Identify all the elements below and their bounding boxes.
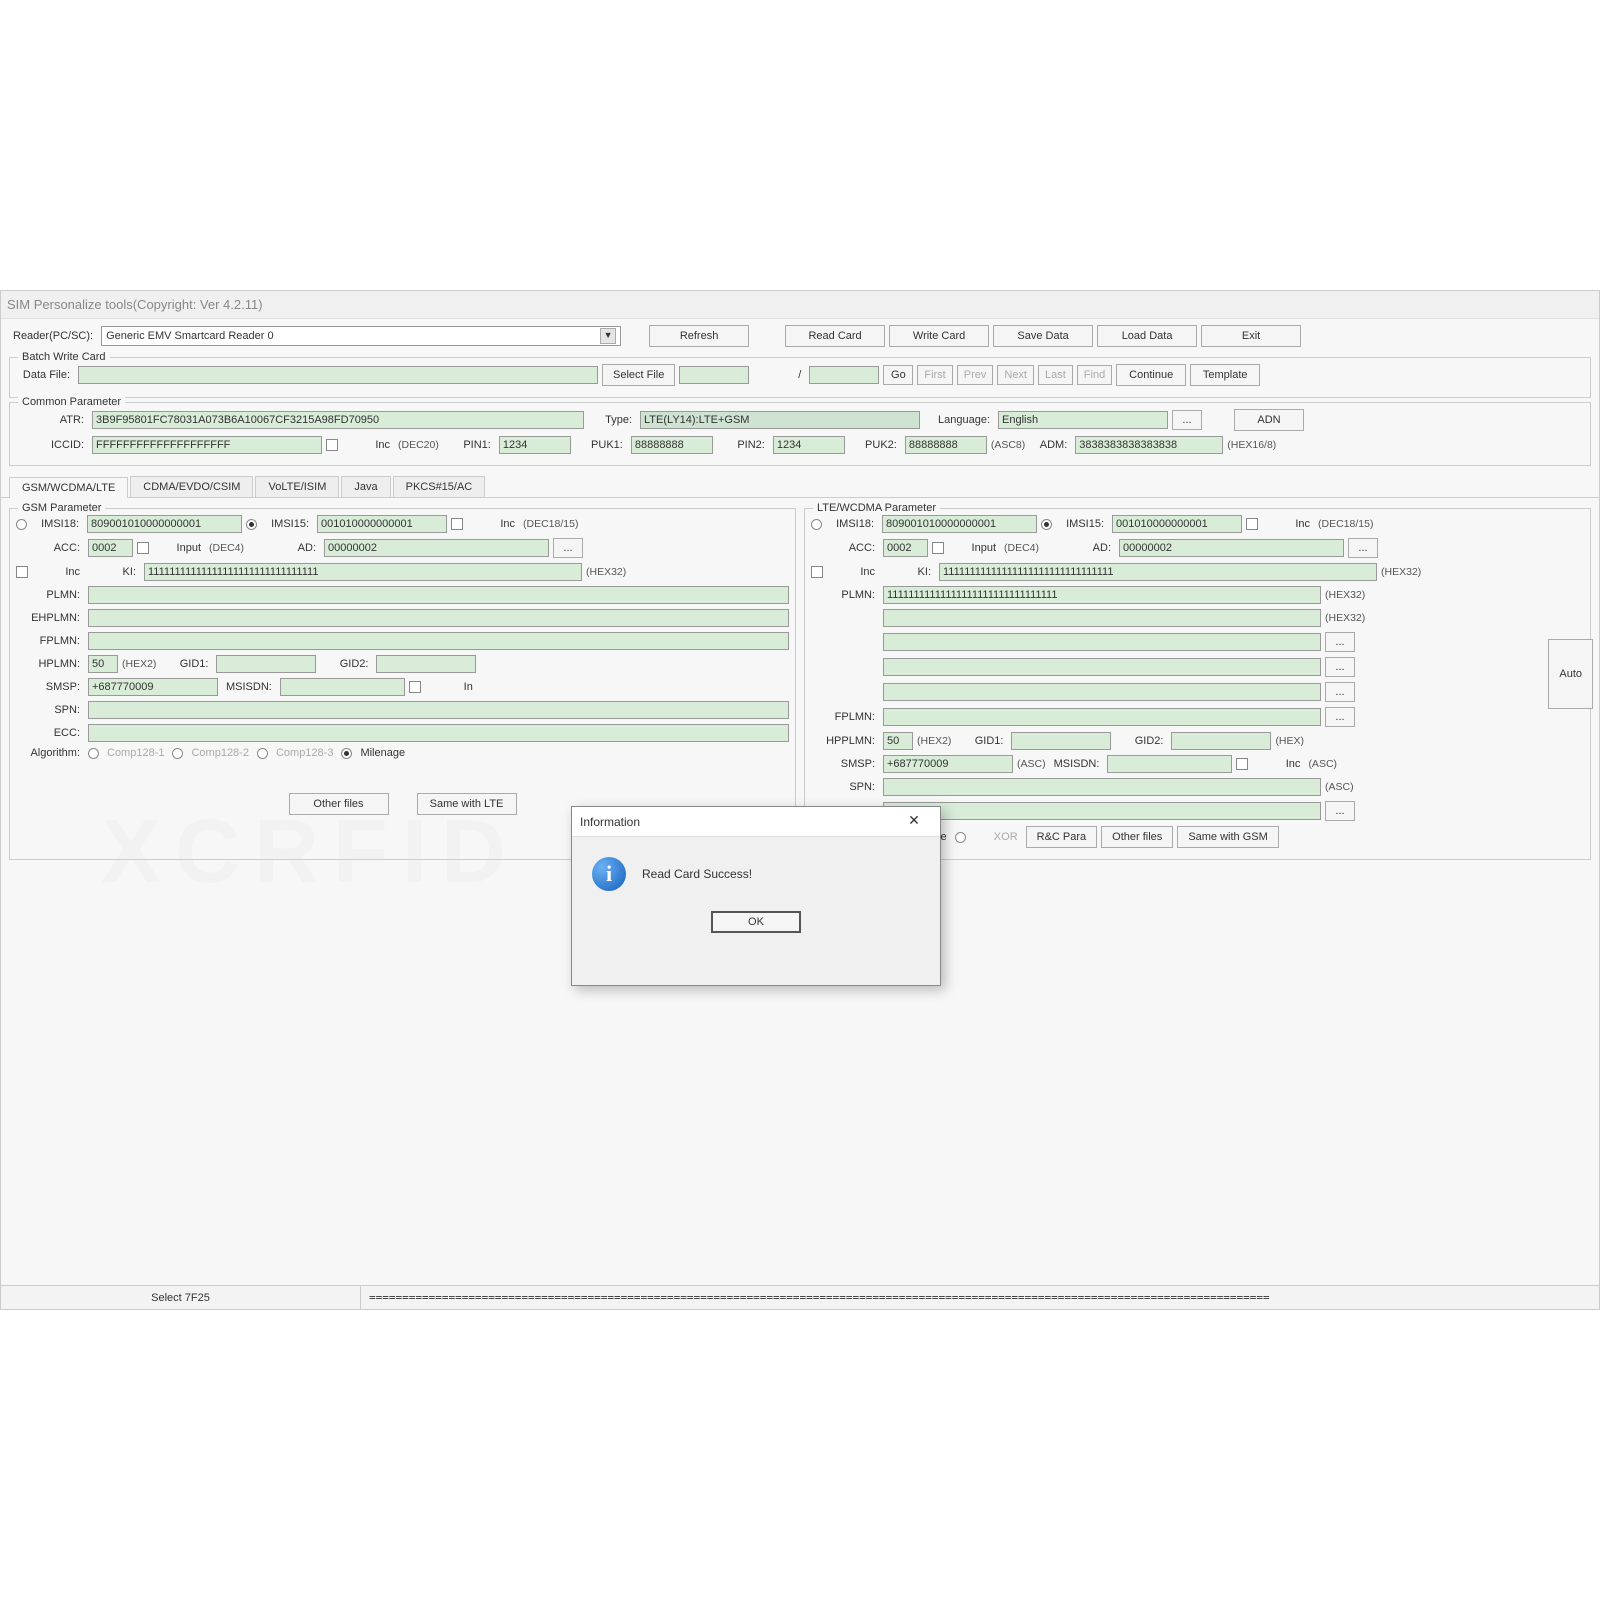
dialog-title-text: Information: [580, 807, 640, 836]
dialog-title-bar: Information ✕: [572, 807, 940, 837]
dialog-overlay: Information ✕ i Read Card Success! OK: [1, 291, 1599, 1309]
dialog-ok-button[interactable]: OK: [711, 911, 801, 933]
information-dialog: Information ✕ i Read Card Success! OK: [571, 806, 941, 986]
dialog-message: Read Card Success!: [642, 867, 752, 881]
app-window: SIM Personalize tools(Copyright: Ver 4.2…: [0, 290, 1600, 1310]
info-icon: i: [592, 857, 626, 891]
dialog-close-button[interactable]: ✕: [896, 807, 932, 835]
